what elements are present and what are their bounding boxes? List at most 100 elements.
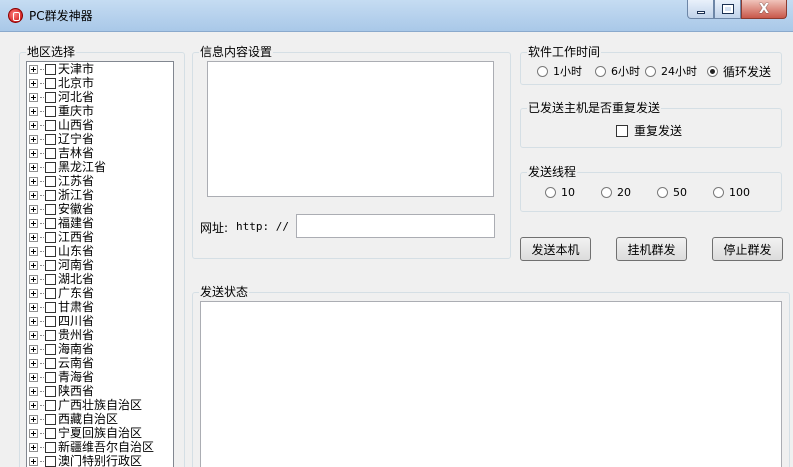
tree-item[interactable]: 澳门特别行政区 (27, 454, 173, 467)
tree-item[interactable]: 吉林省 (27, 146, 173, 160)
expand-icon[interactable] (29, 442, 38, 452)
region-tree[interactable]: 天津市 北京市 河北省 重庆市 山西省 辽宁省 吉林省 黑龙江省 江苏省 浙江省 安徽省 福建省 江西省… (26, 61, 174, 467)
expand-icon[interactable] (29, 162, 38, 172)
checkbox-icon[interactable] (45, 105, 56, 117)
tree-item[interactable]: 山东省 (27, 244, 173, 258)
idle-send-button[interactable]: 挂机群发 (616, 237, 687, 261)
tree-item[interactable]: 安徽省 (27, 202, 173, 216)
threads-option-50[interactable]: 50 (657, 186, 687, 199)
checkbox-icon[interactable] (45, 147, 56, 159)
checkbox-icon[interactable] (45, 231, 56, 243)
checkbox-icon[interactable] (45, 203, 56, 215)
tree-item[interactable]: 河北省 (27, 90, 173, 104)
minimize-button[interactable] (687, 0, 714, 19)
close-button[interactable]: X (741, 0, 787, 19)
stop-send-button[interactable]: 停止群发 (712, 237, 783, 261)
checkbox-icon[interactable] (45, 259, 56, 271)
tree-item[interactable]: 重庆市 (27, 104, 173, 118)
expand-icon[interactable] (29, 106, 38, 116)
checkbox-icon[interactable] (45, 133, 56, 145)
checkbox-icon[interactable] (45, 161, 56, 173)
expand-icon[interactable] (29, 176, 38, 186)
expand-icon[interactable] (29, 344, 38, 354)
tree-item[interactable]: 河南省 (27, 258, 173, 272)
checkbox-icon[interactable] (45, 385, 56, 397)
tree-item[interactable]: 北京市 (27, 76, 173, 90)
tree-item[interactable]: 云南省 (27, 356, 173, 370)
checkbox-icon[interactable] (45, 329, 56, 341)
expand-icon[interactable] (29, 302, 38, 312)
expand-icon[interactable] (29, 428, 38, 438)
checkbox-icon[interactable] (45, 343, 56, 355)
checkbox-icon[interactable] (45, 119, 56, 131)
checkbox-icon[interactable] (45, 273, 56, 285)
status-log[interactable] (200, 301, 782, 467)
expand-icon[interactable] (29, 274, 38, 284)
checkbox-icon[interactable] (45, 77, 56, 89)
expand-icon[interactable] (29, 400, 38, 410)
expand-icon[interactable] (29, 372, 38, 382)
expand-icon[interactable] (29, 78, 38, 88)
tree-item[interactable]: 福建省 (27, 216, 173, 230)
tree-item[interactable]: 海南省 (27, 342, 173, 356)
tree-item[interactable]: 天津市 (27, 62, 173, 76)
tree-item[interactable]: 山西省 (27, 118, 173, 132)
expand-icon[interactable] (29, 386, 38, 396)
send-local-button[interactable]: 发送本机 (520, 237, 591, 261)
work-time-option-loop[interactable]: 循环发送 (707, 63, 771, 80)
checkbox-icon[interactable] (45, 413, 56, 425)
tree-item[interactable]: 贵州省 (27, 328, 173, 342)
tree-item[interactable]: 青海省 (27, 370, 173, 384)
checkbox-icon[interactable] (45, 301, 56, 313)
checkbox-icon[interactable] (45, 427, 56, 439)
url-input[interactable] (296, 214, 495, 238)
tree-item[interactable]: 辽宁省 (27, 132, 173, 146)
checkbox-icon[interactable] (45, 287, 56, 299)
checkbox-icon[interactable] (45, 91, 56, 103)
tree-item[interactable]: 湖北省 (27, 272, 173, 286)
threads-option-100[interactable]: 100 (713, 186, 750, 199)
expand-icon[interactable] (29, 288, 38, 298)
threads-option-20[interactable]: 20 (601, 186, 631, 199)
expand-icon[interactable] (29, 92, 38, 102)
expand-icon[interactable] (29, 120, 38, 130)
checkbox-icon[interactable] (45, 315, 56, 327)
threads-option-10[interactable]: 10 (545, 186, 575, 199)
tree-item[interactable]: 江西省 (27, 230, 173, 244)
tree-item[interactable]: 宁夏回族自治区 (27, 426, 173, 440)
checkbox-icon[interactable] (45, 189, 56, 201)
expand-icon[interactable] (29, 330, 38, 340)
expand-icon[interactable] (29, 358, 38, 368)
expand-icon[interactable] (29, 414, 38, 424)
tree-item[interactable]: 浙江省 (27, 188, 173, 202)
checkbox-icon[interactable] (45, 217, 56, 229)
tree-item[interactable]: 黑龙江省 (27, 160, 173, 174)
expand-icon[interactable] (29, 260, 38, 270)
expand-icon[interactable] (29, 316, 38, 326)
tree-item[interactable]: 广西壮族自治区 (27, 398, 173, 412)
tree-item[interactable]: 甘肃省 (27, 300, 173, 314)
expand-icon[interactable] (29, 190, 38, 200)
tree-item[interactable]: 四川省 (27, 314, 173, 328)
checkbox-icon[interactable] (45, 357, 56, 369)
expand-icon[interactable] (29, 134, 38, 144)
resend-checkbox[interactable]: 重复发送 (616, 122, 682, 139)
checkbox-icon[interactable] (45, 63, 56, 75)
tree-item[interactable]: 广东省 (27, 286, 173, 300)
expand-icon[interactable] (29, 64, 38, 74)
tree-item[interactable]: 新疆维吾尔自治区 (27, 440, 173, 454)
checkbox-icon[interactable] (45, 175, 56, 187)
work-time-option-24h[interactable]: 24小时 (645, 63, 697, 79)
work-time-option-6h[interactable]: 6小时 (595, 63, 640, 79)
expand-icon[interactable] (29, 218, 38, 228)
expand-icon[interactable] (29, 246, 38, 256)
checkbox-icon[interactable] (45, 371, 56, 383)
checkbox-icon[interactable] (45, 245, 56, 257)
message-content-textarea[interactable] (207, 61, 494, 197)
maximize-button[interactable] (714, 0, 741, 19)
tree-item[interactable]: 西藏自治区 (27, 412, 173, 426)
work-time-option-1h[interactable]: 1小时 (537, 63, 582, 79)
checkbox-icon[interactable] (45, 455, 56, 467)
tree-item[interactable]: 江苏省 (27, 174, 173, 188)
tree-item[interactable]: 陕西省 (27, 384, 173, 398)
